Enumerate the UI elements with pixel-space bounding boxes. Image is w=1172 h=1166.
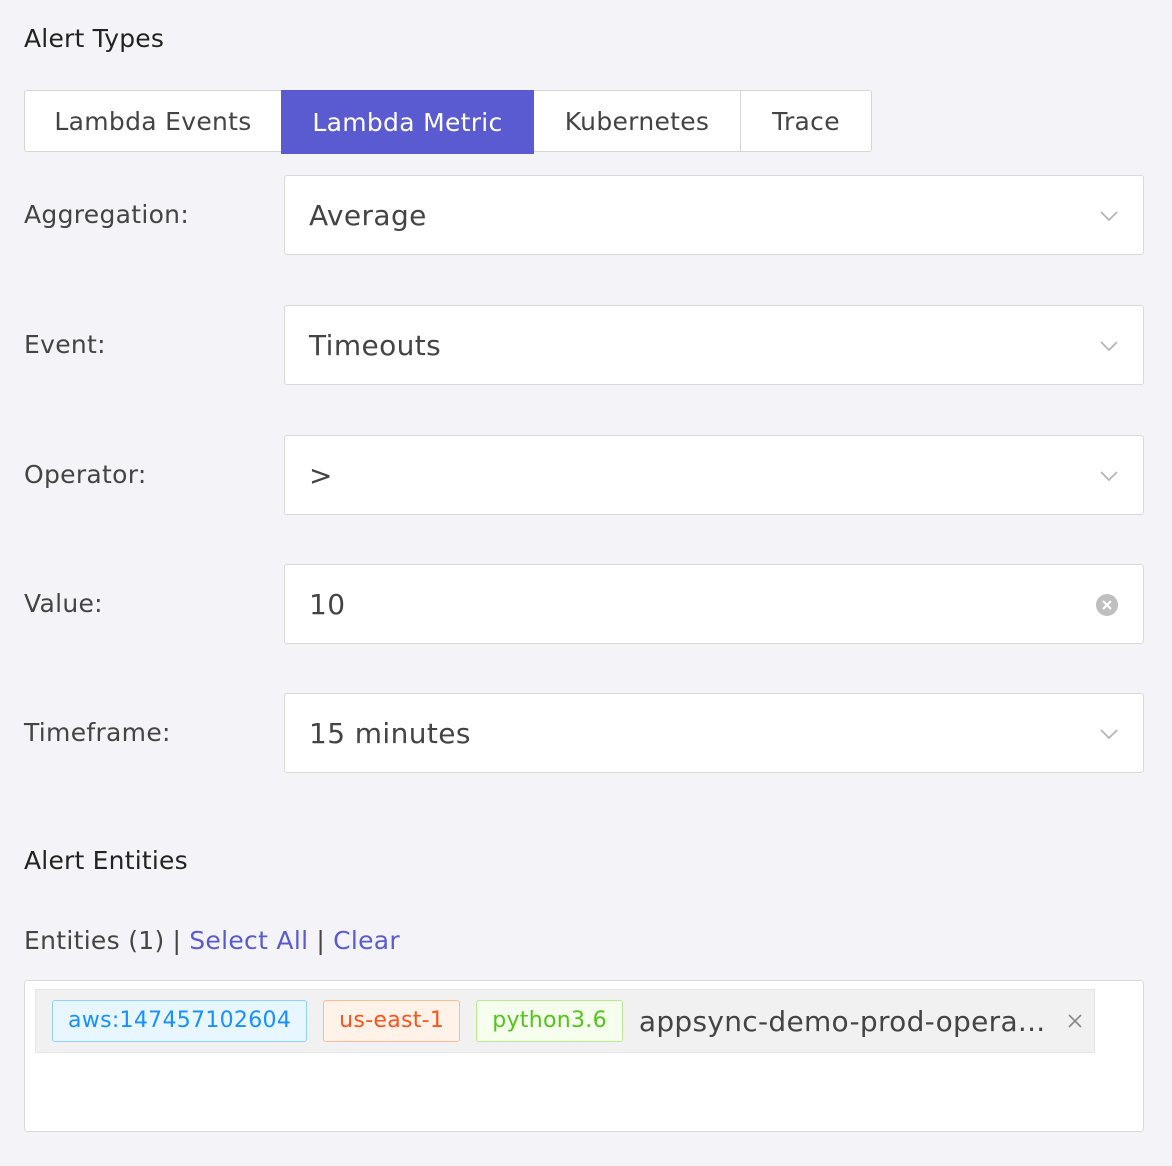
entity-item: aws:147457102604 us-east-1 python3.6 app… — [35, 989, 1095, 1053]
timeframe-label: Timeframe: — [24, 718, 171, 747]
value-input[interactable] — [309, 587, 1069, 621]
runtime-tag: python3.6 — [476, 1000, 623, 1042]
clear-link[interactable]: Clear — [333, 926, 400, 955]
event-row: Event: Timeouts — [0, 305, 1172, 385]
timeframe-value: 15 minutes — [309, 716, 471, 750]
event-select[interactable]: Timeouts — [284, 305, 1144, 385]
entities-toolbar: Entities (1) | Select All | Clear — [24, 924, 400, 958]
close-icon[interactable] — [1066, 1012, 1084, 1030]
aggregation-select[interactable]: Average — [284, 175, 1144, 255]
chevron-down-icon — [1100, 341, 1118, 352]
aggregation-value: Average — [309, 198, 427, 232]
aggregation-label: Aggregation: — [24, 200, 190, 229]
entities-count: Entities (1) — [24, 926, 165, 955]
entities-select-box[interactable]: aws:147457102604 us-east-1 python3.6 app… — [24, 980, 1144, 1132]
account-tag: aws:147457102604 — [52, 1000, 308, 1042]
select-all-link[interactable]: Select All — [189, 926, 308, 955]
chevron-down-icon — [1100, 729, 1118, 740]
clear-circle-icon[interactable] — [1095, 593, 1119, 617]
alert-type-tabs: Lambda Events Lambda Metric Kubernetes T… — [24, 90, 872, 154]
separator: | — [316, 926, 326, 955]
alert-entities-title: Alert Entities — [24, 846, 188, 875]
operator-row: Operator: > — [0, 435, 1172, 515]
value-row: Value: — [0, 564, 1172, 644]
timeframe-row: Timeframe: 15 minutes — [0, 693, 1172, 773]
chevron-down-icon — [1100, 471, 1118, 482]
tab-trace[interactable]: Trace — [740, 90, 872, 152]
timeframe-select[interactable]: 15 minutes — [284, 693, 1144, 773]
operator-label: Operator: — [24, 460, 147, 489]
aggregation-row: Aggregation: Average — [0, 175, 1172, 255]
tab-kubernetes[interactable]: Kubernetes — [533, 90, 741, 152]
value-field[interactable] — [284, 564, 1144, 644]
value-label: Value: — [24, 589, 103, 618]
separator: | — [172, 926, 182, 955]
event-label: Event: — [24, 330, 106, 359]
event-value: Timeouts — [309, 328, 442, 362]
chevron-down-icon — [1100, 211, 1118, 222]
tab-lambda-events[interactable]: Lambda Events — [24, 90, 282, 152]
tab-lambda-metric[interactable]: Lambda Metric — [281, 90, 534, 154]
alert-types-title: Alert Types — [24, 24, 165, 53]
operator-select[interactable]: > — [284, 435, 1144, 515]
region-tag: us-east-1 — [323, 1000, 461, 1042]
entity-name: appsync-demo-prod-opera... — [638, 1004, 1046, 1038]
operator-value: > — [309, 458, 333, 492]
